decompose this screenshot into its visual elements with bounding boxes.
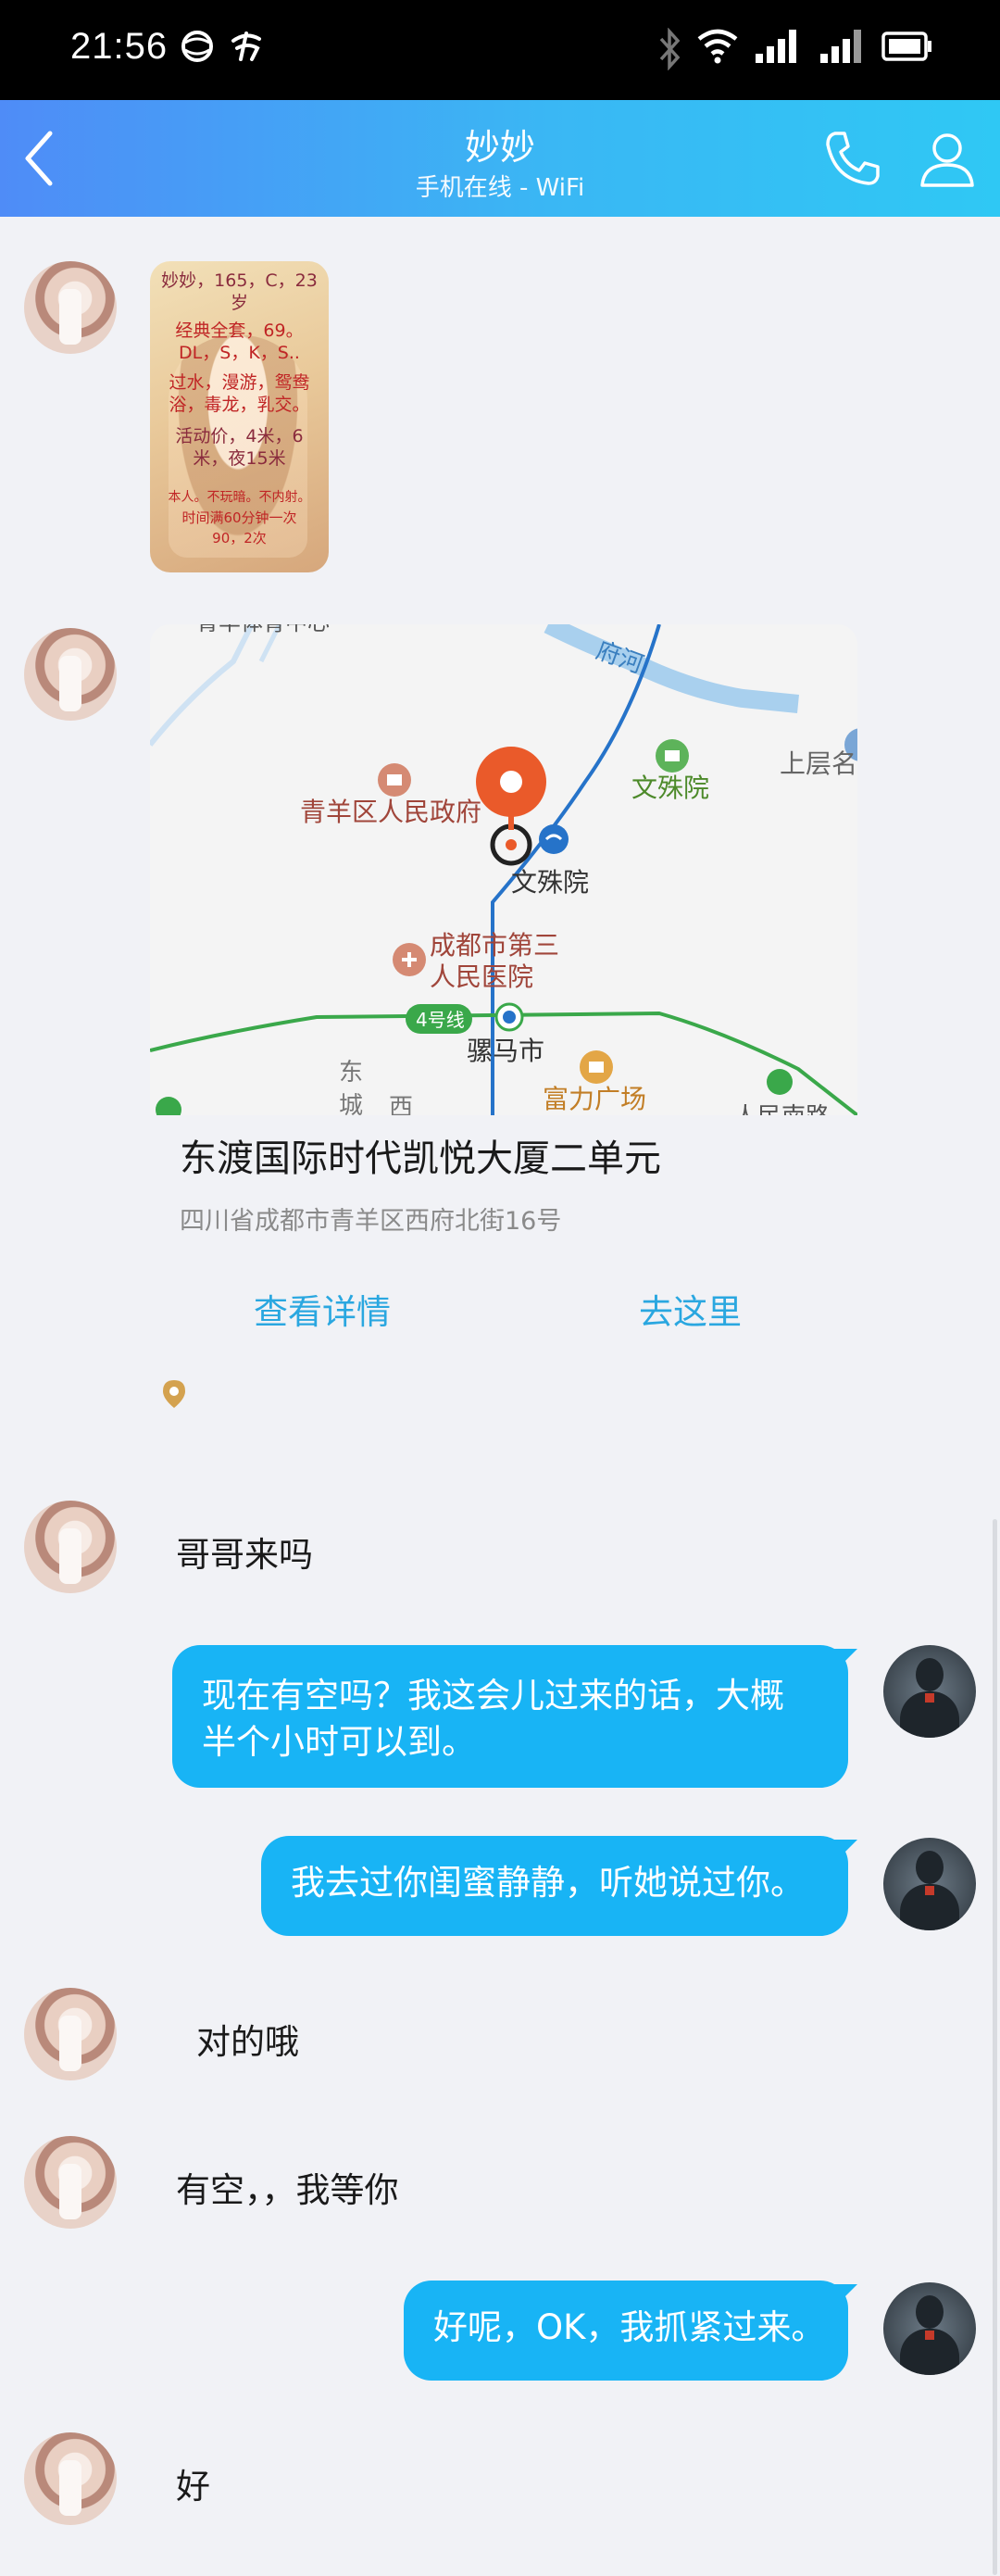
message-text: 半个小时可以到。 (202, 1722, 476, 1762)
poster-text: 90，2次 (212, 530, 267, 547)
poster-text: 活动价，4米，6 (175, 426, 304, 446)
poster-text: 时间满60分钟一次 (181, 509, 297, 526)
signal-icon (756, 30, 796, 63)
contact-avatar[interactable] (24, 628, 117, 721)
my-avatar[interactable] (883, 1838, 976, 1930)
profile-icon[interactable] (917, 128, 978, 189)
poster-text: 浴，毒龙，乳交。 (169, 395, 310, 415)
map-label: 青羊区人民政府 (300, 797, 481, 827)
message-text: 我去过你闺蜜静静，听她说过你。 (291, 1863, 805, 1903)
poster-text: 妙妙，165，C，23 (161, 270, 318, 291)
map-label: 文殊院 (631, 773, 709, 803)
telecom-icon (231, 31, 261, 61)
my-avatar[interactable] (883, 1645, 976, 1738)
contact-avatar[interactable] (24, 1501, 117, 1593)
contact-avatar[interactable] (24, 2432, 117, 2525)
status-time: 21:56 (70, 26, 169, 67)
scrollbar[interactable] (993, 1519, 997, 2575)
carrier-icon (181, 31, 213, 62)
message-bubble[interactable]: 我去过你闺蜜静静，听她说过你。 (261, 1836, 848, 1936)
poster-text: 本人。不玩暗。不内射。 (168, 490, 311, 505)
map-label: 文殊院 (511, 867, 589, 898)
poster-text: 米，夜15米 (193, 448, 286, 469)
map-label: 西 (389, 1094, 413, 1115)
poster-text: 过水，漫游，鸳鸯 (169, 372, 310, 393)
status-bar: 21:56 (0, 0, 1000, 100)
map-label: 富力广场 (543, 1084, 646, 1114)
view-details-link[interactable]: 查看详情 (254, 1284, 391, 1334)
message-text: 好呢，OK，我抓紧过来。 (433, 2307, 826, 2347)
contact-avatar[interactable] (24, 261, 117, 354)
navigate-link[interactable]: 去这里 (639, 1284, 742, 1334)
poster-text: 经典全套，69。 (175, 320, 304, 341)
map-label: 青羊体育中心 (196, 624, 330, 635)
map-label: 4号线 (416, 1009, 465, 1031)
location-name: 东渡国际时代凯悦大厦二单元 (180, 1137, 661, 1180)
message-text: 哥哥来吗 (176, 1535, 313, 1575)
message-bubble[interactable]: 现在有空吗？我这会儿过来的话，大概 半个小时可以到。 (172, 1645, 848, 1788)
contact-avatar[interactable] (24, 1988, 117, 2080)
map-view[interactable]: 府河 青羊体育中心 青羊区人民政府 文殊院 上层名人 文殊院 成都市第三 人民医… (150, 624, 857, 1115)
location-marker-icon (163, 1380, 185, 1408)
image-message[interactable]: 妙妙，165，C，23 岁 经典全套，69。 DL，S，K，S.. 过水，漫游，… (150, 261, 329, 572)
message-text: 有空，，我等你 (176, 2170, 399, 2210)
message-bubble[interactable]: 好呢，OK，我抓紧过来。 (404, 2281, 848, 2381)
map-label: 成都市第三 (430, 930, 559, 961)
phone-icon[interactable] (822, 128, 883, 189)
contact-avatar[interactable] (24, 2136, 117, 2229)
signal-2-icon (820, 30, 861, 63)
bluetooth-icon (659, 28, 681, 70)
location-message[interactable]: 府河 青羊体育中心 青羊区人民政府 文殊院 上层名人 文殊院 成都市第三 人民医… (150, 624, 857, 1430)
map-label: 上层名人 (780, 748, 857, 779)
chat-header: 妙妙 手机在线 - WiFi (0, 100, 1000, 217)
poster-text: DL，S，K，S.. (179, 343, 300, 363)
message-text: 对的哦 (196, 2022, 299, 2062)
message-text: 好 (176, 2467, 210, 2507)
map-label: 城 (339, 1092, 363, 1115)
map-label: 东 (339, 1059, 363, 1087)
map-label: 人民医院 (430, 961, 533, 992)
map-label: 骡马市 (467, 1036, 544, 1066)
poster-text: 岁 (230, 293, 248, 313)
message-text: 现在有空吗？我这会儿过来的话，大概 (202, 1676, 784, 1715)
location-address: 四川省成都市青羊区西府北街16号 (180, 1207, 562, 1236)
map-label: 人民南路 (733, 1103, 830, 1115)
wifi-icon (697, 29, 738, 64)
my-avatar[interactable] (883, 2282, 976, 2375)
battery-icon (881, 31, 931, 61)
